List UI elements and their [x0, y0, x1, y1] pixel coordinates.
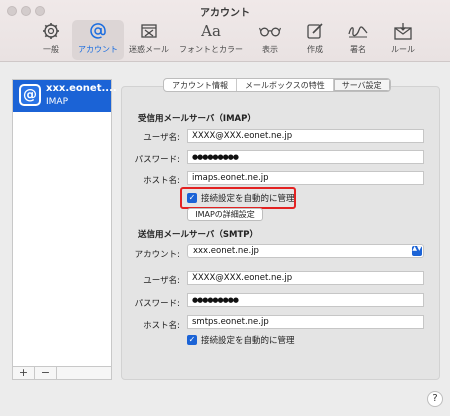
toolbar-signatures[interactable]: 署名 — [343, 20, 373, 60]
remove-account-button[interactable]: − — [35, 367, 57, 379]
settings-tabs: アカウント情報 メールボックスの特性 サーバ設定 — [163, 78, 391, 92]
toolbar-accounts[interactable]: アカウント — [72, 20, 124, 60]
incoming-password-field[interactable]: ●●●●●●●●● — [187, 150, 424, 164]
select-arrows-icon: ▲▼ — [412, 246, 422, 256]
outgoing-account-select[interactable]: xxx.eonet.ne.jp ▲▼ — [187, 244, 424, 258]
outgoing-account-value: xxx.eonet.ne.jp — [193, 246, 259, 256]
tab-server-settings[interactable]: サーバ設定 — [333, 79, 390, 91]
account-list: @ xxx.eonet.... IMAP — [12, 79, 117, 380]
incoming-username-field[interactable]: XXXX@XXX.eonet.ne.jp — [187, 129, 424, 143]
outgoing-server-heading: 送信用メールサーバ（SMTP） — [138, 230, 259, 240]
junk-mail-icon — [126, 20, 172, 42]
account-list-footer: + − — [12, 366, 112, 380]
outgoing-account-label: アカウント: — [134, 250, 180, 260]
outgoing-auto-manage-checkbox[interactable]: ✓ 接続設定を自動的に管理 — [187, 334, 295, 346]
add-account-button[interactable]: + — [13, 367, 35, 379]
account-name: xxx.eonet.... — [46, 83, 117, 94]
rules-icon — [386, 20, 420, 42]
tab-mailbox-behaviors[interactable]: メールボックスの特性 — [237, 79, 334, 91]
incoming-host-label: ホスト名: — [143, 176, 180, 186]
outgoing-host-field[interactable]: smtps.eonet.ne.jp — [187, 315, 424, 329]
tab-account-info[interactable]: アカウント情報 — [164, 79, 237, 91]
incoming-server-heading: 受信用メールサーバ（IMAP） — [138, 114, 256, 124]
incoming-username-label: ユーザ名: — [143, 133, 180, 143]
toolbar-general-label: 一般 — [43, 45, 59, 54]
window-title: アカウント — [200, 8, 250, 19]
compose-icon — [300, 20, 330, 42]
help-button[interactable]: ? — [427, 391, 443, 407]
toolbar-composing-label: 作成 — [307, 45, 323, 54]
account-list-item[interactable]: @ xxx.eonet.... IMAP — [13, 80, 117, 112]
gear-icon — [36, 20, 66, 42]
toolbar-viewing-label: 表示 — [262, 45, 278, 54]
outgoing-host-label: ホスト名: — [143, 321, 180, 331]
incoming-host-field[interactable]: imaps.eonet.ne.jp — [187, 171, 424, 185]
toolbar-viewing[interactable]: 表示 — [253, 20, 287, 60]
toolbar-rules[interactable]: ルール — [386, 20, 420, 60]
toolbar-fonts-colors[interactable]: Aa フォントとカラー — [176, 20, 246, 60]
font-icon: Aa — [201, 22, 221, 40]
glasses-icon — [253, 20, 287, 42]
outgoing-password-label: パスワード: — [134, 299, 180, 309]
toolbar-junk-mail[interactable]: 迷惑メール — [126, 20, 172, 60]
toolbar-rules-label: ルール — [391, 45, 415, 54]
title-bar: アカウント 一般 アカウント 迷惑メール Aa フォントとカラー 表示 作成 署… — [0, 0, 450, 62]
at-sign-icon — [72, 20, 124, 42]
account-at-icon: @ — [19, 84, 41, 106]
preferences-window: アカウント 一般 アカウント 迷惑メール Aa フォントとカラー 表示 作成 署… — [0, 0, 450, 416]
account-type: IMAP — [46, 97, 69, 107]
checkmark-icon: ✓ — [187, 335, 197, 345]
incoming-password-label: パスワード: — [134, 155, 180, 165]
outgoing-username-field[interactable]: XXXX@XXX.eonet.ne.jp — [187, 271, 424, 285]
outgoing-password-field[interactable]: ●●●●●●●●● — [187, 293, 424, 307]
signature-icon — [343, 20, 373, 42]
toolbar-accounts-label: アカウント — [78, 45, 118, 54]
imap-advanced-settings-button[interactable]: IMAPの詳細設定 — [187, 208, 263, 221]
outgoing-username-label: ユーザ名: — [143, 276, 180, 286]
toolbar-junk-mail-label: 迷惑メール — [129, 45, 169, 54]
highlight-annotation — [180, 187, 296, 209]
toolbar-signatures-label: 署名 — [350, 45, 366, 54]
outgoing-auto-manage-label: 接続設定を自動的に管理 — [201, 336, 295, 346]
toolbar-fonts-colors-label: フォントとカラー — [179, 45, 243, 54]
toolbar-general[interactable]: 一般 — [36, 20, 66, 60]
toolbar-composing[interactable]: 作成 — [300, 20, 330, 60]
